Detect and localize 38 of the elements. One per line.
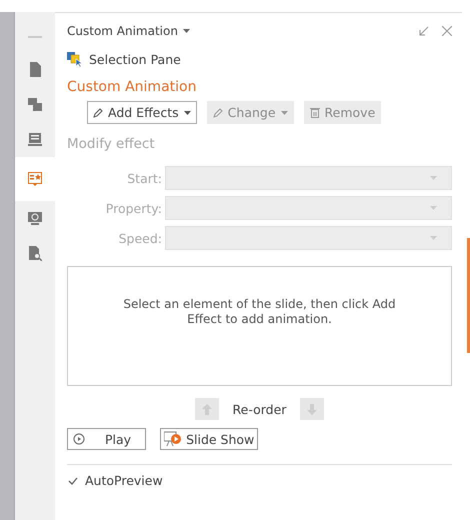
dropdown-arrow-icon <box>430 176 437 180</box>
pencil-icon <box>93 108 103 118</box>
document-search-icon <box>28 246 42 261</box>
trash-icon <box>310 107 320 118</box>
minimize-icon <box>419 26 429 36</box>
pane-title[interactable]: Custom Animation <box>67 24 178 38</box>
checkmark-icon <box>68 476 78 484</box>
monitor-icon <box>28 211 42 226</box>
caret-icon <box>280 110 288 114</box>
up-arrow-icon <box>202 404 212 414</box>
slide-show-icon <box>164 431 182 447</box>
play-icon <box>73 433 85 445</box>
caret-icon <box>184 110 191 114</box>
down-arrow-icon <box>307 404 318 414</box>
effect-button[interactable]: Add Effects <box>87 101 197 124</box>
animation-icon <box>28 172 42 186</box>
caret-icon <box>182 29 190 33</box>
close-icon <box>442 26 452 36</box>
layout-icon <box>28 132 42 147</box>
autopreview-checkbox[interactable]: AutoPreview <box>67 473 452 488</box>
slide-show-button[interactable]: Slide Show <box>160 428 258 450</box>
section-heading: Custom Animation <box>67 79 198 97</box>
field-label: Speed: <box>118 230 162 246</box>
pencil-icon <box>212 108 223 118</box>
page-icon <box>28 62 42 77</box>
slides-icon <box>28 97 42 112</box>
section-label: Modify effect <box>67 136 156 154</box>
dropdown-arrow-icon <box>430 206 437 210</box>
dropdown-arrow-icon <box>430 236 437 240</box>
empty-list-message: Select an element of the slide, then click Add Effect to add animation. <box>122 297 397 328</box>
effects-list[interactable]: Select an element of the slide, then click Add Effect to add animation. <box>67 266 452 386</box>
reorder-label: Re-order <box>232 402 286 416</box>
play-button[interactable]: Play <box>67 428 146 450</box>
field-label: Property: <box>104 200 162 216</box>
field-label: Start: <box>126 170 162 186</box>
sidebar-tab[interactable] <box>15 157 55 201</box>
selection-pane-icon <box>67 51 83 67</box>
selection-pane-link[interactable]: Selection Pane <box>67 45 452 73</box>
